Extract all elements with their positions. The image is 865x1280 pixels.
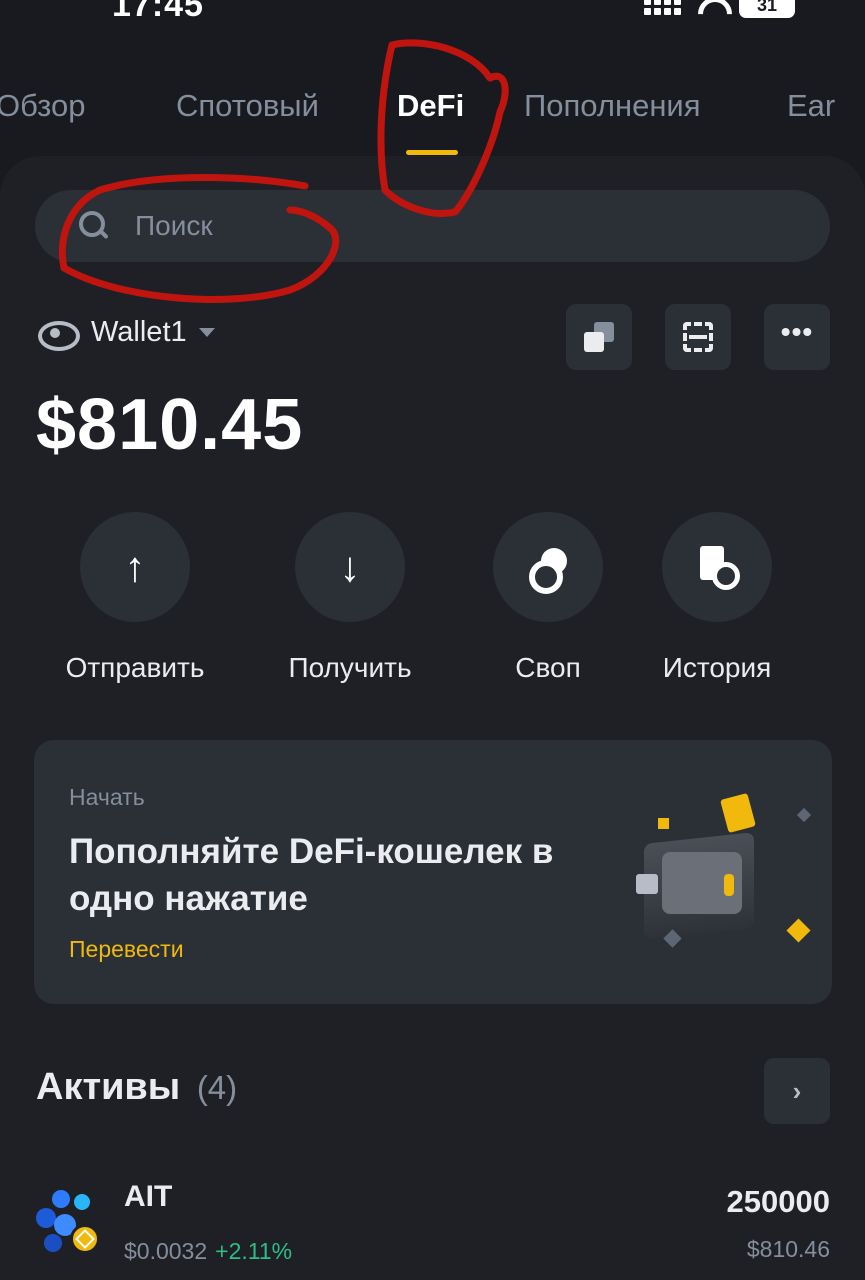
promo-kicker: Начать xyxy=(69,784,145,810)
receive-label[interactable]: Получить xyxy=(265,652,435,684)
history-icon xyxy=(698,546,740,590)
arrow-down-icon[interactable]: ↓ xyxy=(295,512,405,622)
more-button[interactable]: ••• xyxy=(764,304,830,370)
ait-token-icon xyxy=(36,1190,102,1256)
history-button-circle[interactable] xyxy=(662,512,772,622)
tab-spot[interactable]: Спотовый xyxy=(176,88,319,124)
tab-bar: Обзор Спотовый DeFi Пополнения Ear xyxy=(0,88,865,148)
receive-action[interactable]: ↓ Получить xyxy=(265,512,435,684)
asset-value: $810.46 xyxy=(746,1236,830,1262)
send-action[interactable]: ↑ Отправить xyxy=(50,512,220,684)
asset-symbol: AIT xyxy=(124,1180,173,1213)
transfer-link[interactable]: Перевести xyxy=(69,936,184,963)
more-icon: ••• xyxy=(780,316,814,347)
tab-earn[interactable]: Ear xyxy=(787,88,835,124)
signal-icon xyxy=(644,0,681,15)
arrow-up-icon[interactable]: ↑ xyxy=(80,512,190,622)
bnb-chain-icon xyxy=(70,1224,100,1254)
history-label[interactable]: История xyxy=(632,652,802,684)
eye-icon[interactable] xyxy=(38,320,80,351)
history-action[interactable]: История xyxy=(632,512,802,684)
wifi-icon xyxy=(695,0,725,15)
wallet-balance: $810.45 xyxy=(36,385,304,465)
wallet-name[interactable]: Wallet1 xyxy=(91,316,187,349)
caret-down-icon[interactable] xyxy=(198,328,215,337)
asset-change: +2.11% xyxy=(215,1238,293,1264)
active-tab-indicator xyxy=(406,150,458,155)
asset-price-line: $0.0032 +2.11% xyxy=(124,1238,292,1265)
send-label[interactable]: Отправить xyxy=(50,652,220,684)
copy-button[interactable] xyxy=(566,304,632,370)
tab-overview[interactable]: Обзор xyxy=(0,88,86,124)
status-icons: 31 xyxy=(644,0,795,18)
asset-price: $0.0032 xyxy=(124,1238,208,1264)
swap-button-circle[interactable] xyxy=(493,512,603,622)
asset-row[interactable]: AIT $0.0032 +2.11% 250000 $810.46 xyxy=(36,1176,830,1276)
wallet-illustration xyxy=(614,790,812,970)
swap-action[interactable]: Своп xyxy=(463,512,633,684)
assets-title: Активы xyxy=(36,1066,181,1108)
search-input[interactable] xyxy=(135,210,735,242)
status-bar: 17:45 31 xyxy=(0,0,865,26)
copy-icon xyxy=(584,322,614,352)
search-icon xyxy=(79,211,109,241)
swap-label[interactable]: Своп xyxy=(463,652,633,684)
scan-button[interactable] xyxy=(665,304,731,370)
assets-more-button[interactable]: › xyxy=(764,1058,830,1124)
status-time: 17:45 xyxy=(112,0,204,24)
scan-icon xyxy=(683,322,713,352)
battery-icon: 31 xyxy=(739,0,795,18)
search-bar[interactable] xyxy=(35,190,830,262)
asset-amount: 250000 xyxy=(726,1184,830,1219)
promo-banner[interactable]: Начать Пополняйте DeFi-кошелек в одно на… xyxy=(34,740,832,1004)
tab-defi[interactable]: DeFi xyxy=(397,88,464,124)
swap-icon xyxy=(527,546,569,594)
assets-heading: Активы (4) xyxy=(36,1066,237,1109)
wallet-selector[interactable]: Wallet1 xyxy=(38,316,215,351)
assets-count: (4) xyxy=(196,1069,238,1106)
promo-title: Пополняйте DeFi-кошелек в одно нажатие xyxy=(69,832,554,918)
tab-deposits[interactable]: Пополнения xyxy=(524,88,701,124)
